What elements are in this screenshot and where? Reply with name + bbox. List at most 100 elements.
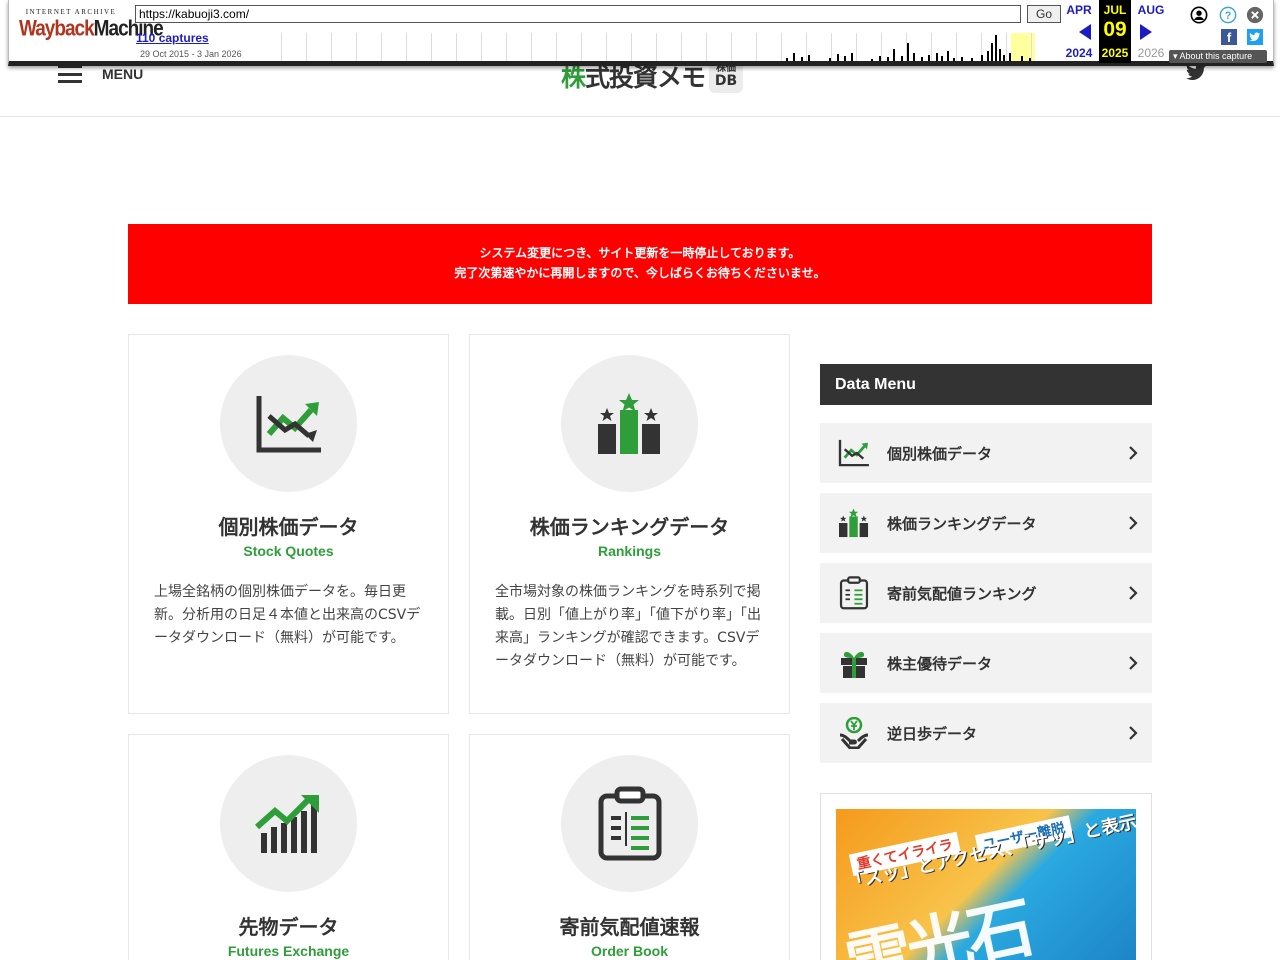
sparkline-bar <box>793 53 795 61</box>
sparkline-year-divider <box>856 33 857 61</box>
ad-container: 重くてイライラ ユーザー離脱 「スッ」とアクセス、「サッ」と表示！ 雷光石 <box>820 793 1152 960</box>
sparkline-bar <box>801 57 803 61</box>
sparkline-year-divider <box>631 33 632 61</box>
sparkline-bar <box>893 49 895 61</box>
sparkline-bar <box>953 58 955 61</box>
card-subtitle: Futures Exchange <box>227 943 350 959</box>
sparkline-bar <box>901 56 903 61</box>
sparkline-year-divider <box>356 33 357 61</box>
captures-link[interactable]: 110 captures <box>136 31 209 45</box>
sidebar-item-label: 逆日歩データ <box>887 724 978 743</box>
close-icon[interactable] <box>1246 6 1264 24</box>
prev-arrow-icon[interactable] <box>1079 24 1091 40</box>
ad-banner[interactable]: 重くてイライラ ユーザー離脱 「スッ」とアクセス、「サッ」と表示！ 雷光石 <box>836 809 1136 960</box>
sidebar-heading: Data Menu <box>820 364 1152 405</box>
sparkline-bar <box>961 57 963 61</box>
sparkline-year-divider <box>431 33 432 61</box>
sidebar-item-label: 個別株価データ <box>887 444 993 463</box>
wayback-toolbar: INTERNET ARCHIVE WaybackMachine Go 110 c… <box>8 0 1274 66</box>
sparkline-bar <box>1009 53 1011 61</box>
chevron-right-icon <box>1129 516 1138 530</box>
facebook-share-icon[interactable]: f <box>1221 29 1237 45</box>
next-year: 2026 <box>1137 46 1165 60</box>
sparkline-bar <box>786 58 788 61</box>
sparkline-year-divider <box>481 33 482 61</box>
sparkline-year-divider <box>606 33 607 61</box>
sparkline-bar <box>971 58 973 61</box>
sparkline-bar <box>907 43 909 61</box>
gift-icon <box>841 651 867 678</box>
svg-text:?: ? <box>1225 10 1232 22</box>
next-arrow-icon[interactable] <box>1140 24 1152 40</box>
sparkline-bar <box>995 35 997 61</box>
stock-chart-icon <box>838 439 869 467</box>
sparkline-bar <box>871 59 873 61</box>
sparkline-year-divider <box>1006 33 1007 61</box>
sidebar-item-order-book[interactable]: 寄前気配値ランキング <box>820 563 1152 623</box>
sparkline-bar <box>837 54 839 61</box>
sparkline-bar <box>913 53 915 61</box>
card-order-book[interactable]: 寄前気配値速報 Order Book <box>469 734 790 960</box>
sparkline-bar <box>987 51 989 61</box>
help-icon[interactable]: ? <box>1219 6 1237 24</box>
capture-sparkline[interactable] <box>281 33 1055 61</box>
about-capture-button[interactable]: ▾ About this capture <box>1169 50 1267 63</box>
sparkline-bar <box>999 49 1001 61</box>
card-title: 株価ランキングデータ <box>529 515 730 539</box>
card-subtitle: Order Book <box>590 943 668 959</box>
next-month[interactable]: AUG <box>1134 3 1168 17</box>
sparkline-year-divider <box>931 33 932 61</box>
sparkline-year-divider <box>781 33 782 61</box>
sparkline-bar <box>1029 58 1031 61</box>
wayback-url-input[interactable] <box>135 5 1021 23</box>
menu-label: MENU <box>102 66 144 82</box>
sparkline-bar <box>887 57 889 61</box>
sidebar-item-stock-quotes[interactable]: 個別株価データ <box>820 423 1152 483</box>
sidebar-item-rankings[interactable]: 株価ランキングデータ <box>820 493 1152 553</box>
card-title: 個別株価データ <box>218 515 359 539</box>
sparkline-bar <box>1003 55 1005 61</box>
sparkline-year-divider <box>756 33 757 61</box>
clipboard-list-icon <box>598 786 661 860</box>
capture-range: 29 Oct 2015 - 3 Jan 2026 <box>140 49 242 59</box>
card-stock-quotes[interactable]: 個別株価データ Stock Quotes 上場全銘柄の個別株価データを。毎日更新… <box>128 334 449 714</box>
clipboard-list-icon <box>839 576 869 610</box>
sparkline-bar <box>808 55 810 61</box>
sparkline-bar <box>941 56 943 61</box>
stock-chart-icon <box>256 395 321 452</box>
sidebar-item-reverse-daily-fee[interactable]: 逆日歩データ <box>820 703 1152 763</box>
sparkline-year-divider <box>831 33 832 61</box>
card-futures[interactable]: 先物データ Futures Exchange <box>128 734 449 960</box>
sparkline-year-divider <box>381 33 382 61</box>
sparkline-bar <box>928 55 930 61</box>
wayback-go-button[interactable]: Go <box>1027 5 1061 23</box>
sparkline-year-divider <box>706 33 707 61</box>
sidebar-item-shareholder-benefits[interactable]: 株主優待データ <box>820 633 1152 693</box>
card-subtitle: Rankings <box>597 543 661 559</box>
sparkline-bar <box>947 51 949 61</box>
card-rankings[interactable]: 株価ランキングデータ Rankings 全市場対象の株価ランキングを時系列で掲載… <box>469 334 790 714</box>
sparkline-bar <box>851 53 853 61</box>
sparkline-bar <box>879 56 881 61</box>
sparkline-year-divider <box>531 33 532 61</box>
maintenance-notice: システム変更につき、サイト更新を一時停止しております。 完了次第速やかに再開しま… <box>128 224 1152 304</box>
twitter-share-icon[interactable] <box>1247 29 1263 45</box>
sparkline-year-divider <box>956 33 957 61</box>
sparkline-bar <box>936 53 938 61</box>
sidebar-item-label: 株価ランキングデータ <box>887 514 1037 533</box>
wayback-logo[interactable]: INTERNET ARCHIVE WaybackMachine <box>19 8 164 41</box>
sparkline-year-divider <box>456 33 457 61</box>
current-capture-date: JUL 09 2025 <box>1099 0 1131 63</box>
chevron-right-icon <box>1129 446 1138 460</box>
card-title: 先物データ <box>238 915 339 939</box>
sparkline-bar <box>921 57 923 61</box>
sparkline-year-divider <box>281 33 282 61</box>
sparkline-year-divider <box>731 33 732 61</box>
hamburger-icon <box>58 65 82 83</box>
sparkline-bar <box>829 58 831 61</box>
card-description: 上場全銘柄の個別株価データを。毎日更新。分析用の日足４本値と出来高のCSVデータ… <box>154 584 421 646</box>
sparkline-year-divider <box>506 33 507 61</box>
user-account-icon[interactable] <box>1190 6 1208 24</box>
sparkline-bar <box>991 43 993 61</box>
chevron-right-icon <box>1129 726 1138 740</box>
